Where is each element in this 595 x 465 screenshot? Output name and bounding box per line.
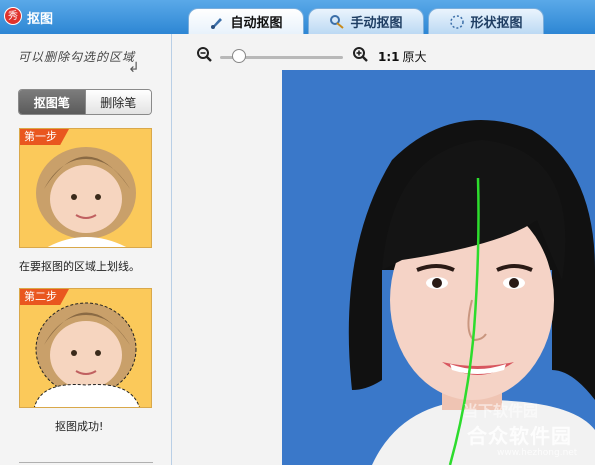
actual-size-button[interactable]: 1:1 原大 xyxy=(378,48,427,65)
brush-mode-toggle: 抠图笔 删除笔 xyxy=(18,89,152,115)
title-bar: 秀 抠图 自动抠图 手动抠图 形状抠图 xyxy=(0,0,595,34)
curved-arrow-icon: ↲ xyxy=(128,60,140,76)
tab-manual-cutout[interactable]: 手动抠图 xyxy=(308,8,424,34)
baby-example-image xyxy=(20,129,151,247)
zoom-ratio: 1:1 xyxy=(378,50,400,64)
step-caption: 抠图成功! xyxy=(55,420,104,433)
tab-label: 形状抠图 xyxy=(470,16,523,31)
watermark-top-text: 当下软件园 xyxy=(463,402,539,420)
brush-icon xyxy=(211,17,223,29)
watermark-url: www.hezhong.net xyxy=(497,448,578,458)
tab-label: 手动抠图 xyxy=(350,16,403,31)
watermark-main-text: 合众软件园 xyxy=(467,424,572,448)
left-panel: 可以删除勾选的区域 ↲ 抠图笔 删除笔 第一步 在要抠图的区域上划线。 第二步 xyxy=(0,34,172,465)
zoom-in-icon[interactable] xyxy=(352,46,368,62)
step-caption: 在要抠图的区域上划线。 xyxy=(19,260,140,273)
shape-icon xyxy=(450,14,465,29)
eraser-pen-button[interactable]: 删除笔 xyxy=(84,90,151,114)
step-one-example: 第一步 xyxy=(19,128,152,248)
zoom-slider-thumb[interactable] xyxy=(232,49,246,63)
window-title: 抠图 xyxy=(27,12,54,27)
tab-auto-cutout[interactable]: 自动抠图 xyxy=(188,8,304,34)
tab-shape-cutout[interactable]: 形状抠图 xyxy=(428,8,544,34)
hint-text: 可以删除勾选的区域 xyxy=(18,50,136,64)
baby-cutout-image xyxy=(20,289,151,407)
gear-brush-icon xyxy=(330,14,345,29)
tab-label: 自动抠图 xyxy=(230,16,283,31)
zoom-out-icon[interactable] xyxy=(196,46,212,62)
app-logo: 秀 xyxy=(4,7,22,25)
watermark: 当下软件园 合众软件园 www.hezhong.net xyxy=(455,398,595,465)
zoom-toolbar: 1:1 原大 xyxy=(172,34,595,70)
step-two-example: 第二步 xyxy=(19,288,152,408)
cutout-pen-button[interactable]: 抠图笔 xyxy=(19,90,85,114)
actual-size-label: 原大 xyxy=(402,50,427,64)
